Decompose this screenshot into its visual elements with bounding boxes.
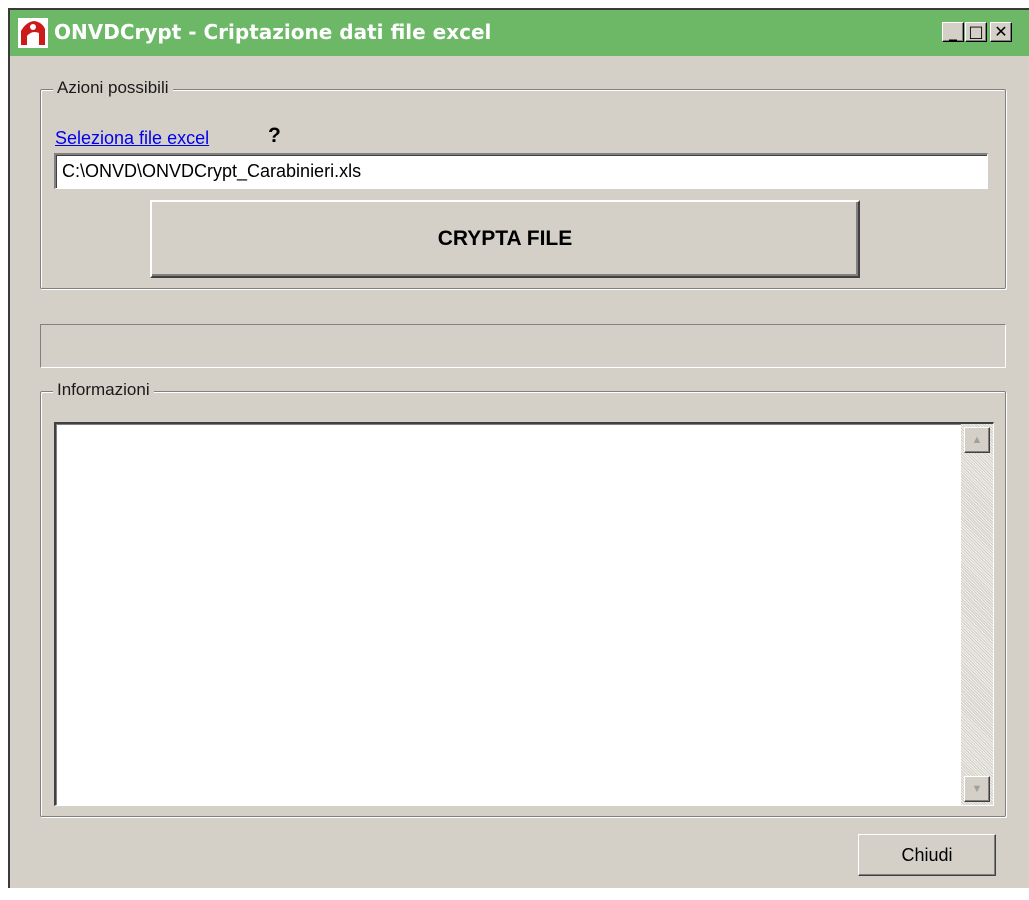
scroll-up-button[interactable]: ▲ (964, 427, 990, 453)
file-path-input[interactable] (54, 153, 988, 189)
info-scrollbar[interactable]: ▲ ▼ (961, 424, 993, 805)
scroll-up-icon: ▲ (971, 433, 983, 446)
close-window-button[interactable]: ✕ (990, 22, 1012, 42)
actions-group-legend: Azioni possibili (53, 78, 173, 98)
minimize-button[interactable]: _ (942, 22, 964, 42)
info-group-legend: Informazioni (53, 380, 154, 400)
progress-bar (40, 324, 1006, 368)
crypt-file-button[interactable]: CRYPTA FILE (150, 200, 860, 278)
close-button[interactable]: Chiudi (858, 834, 996, 876)
info-textarea[interactable]: ▲ ▼ (54, 422, 994, 806)
title-bar[interactable]: ONVDCrypt - Criptazione dati file excel … (10, 10, 1029, 56)
scroll-down-icon: ▼ (971, 782, 983, 795)
maximize-icon: □ (968, 22, 984, 41)
app-window: ONVDCrypt - Criptazione dati file excel … (8, 8, 1029, 888)
minimize-icon: _ (949, 22, 957, 41)
app-logo-icon (18, 18, 48, 48)
window-title: ONVDCrypt - Criptazione dati file excel (54, 20, 492, 44)
help-icon[interactable]: ? (268, 124, 281, 148)
scroll-down-button[interactable]: ▼ (964, 776, 990, 802)
close-icon: ✕ (994, 22, 1008, 41)
maximize-button[interactable]: □ (965, 22, 987, 42)
select-file-link[interactable]: Seleziona file excel (55, 128, 209, 149)
